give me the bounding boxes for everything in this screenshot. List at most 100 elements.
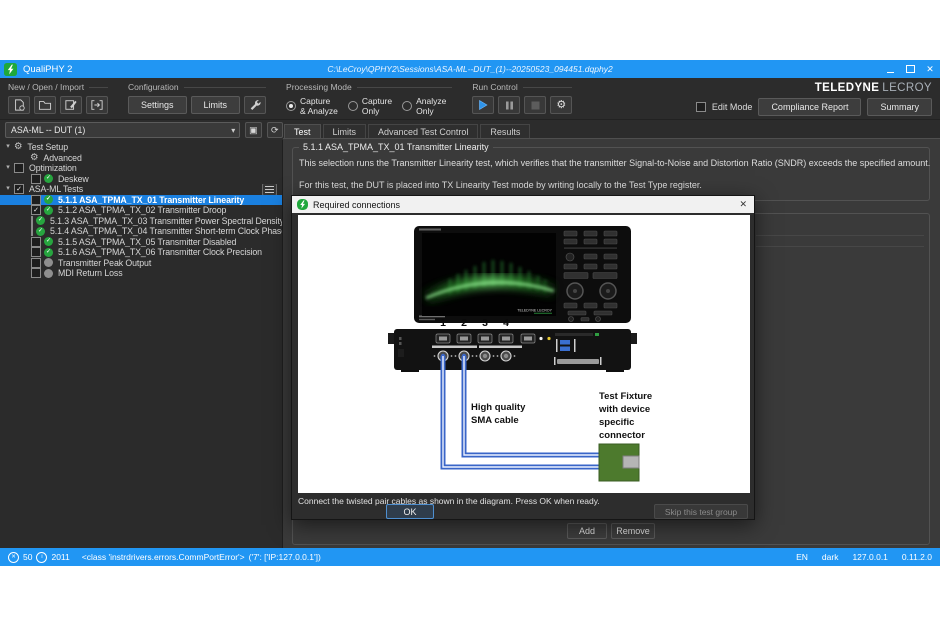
svg-text:3: 3 bbox=[482, 317, 488, 329]
item-checkbox[interactable] bbox=[31, 216, 33, 226]
open-session-button[interactable] bbox=[34, 96, 56, 114]
status-language[interactable]: EN bbox=[796, 552, 808, 562]
tree-item-optimization[interactable]: ▾ Optimization bbox=[0, 163, 282, 174]
tab-test[interactable]: Test bbox=[284, 124, 321, 138]
gear-icon: ⚙ bbox=[14, 142, 22, 152]
status-pass-icon: ✓ bbox=[44, 248, 53, 257]
svg-text:connector: connector bbox=[599, 430, 645, 441]
test-title: 5.1.1 ASA_TPMA_TX_01 Transmitter Lineari… bbox=[299, 142, 493, 152]
item-checkbox[interactable] bbox=[31, 237, 41, 247]
status-bar: ✕ 50 i 2011 <class 'instrdrivers.errors.… bbox=[0, 548, 940, 566]
tab-advanced-test-control[interactable]: Advanced Test Control bbox=[368, 124, 478, 138]
new-session-button[interactable] bbox=[8, 96, 30, 114]
compliance-report-button[interactable]: Compliance Report bbox=[758, 98, 861, 116]
tree-item-tx-peak-output[interactable]: Transmitter Peak Output bbox=[0, 258, 282, 269]
tab-limits[interactable]: Limits bbox=[323, 124, 367, 138]
radio-analyze-only[interactable]: AnalyzeOnly bbox=[402, 96, 446, 116]
group-label: Processing Mode bbox=[286, 82, 452, 92]
minimize-button[interactable] bbox=[880, 60, 900, 78]
status-pending-icon bbox=[44, 269, 53, 278]
dialog-instruction: Connect the twisted pair cables as shown… bbox=[298, 496, 600, 506]
svg-text:1: 1 bbox=[440, 317, 446, 329]
expander-icon[interactable]: ▾ bbox=[4, 184, 12, 194]
dialog-titlebar: Required connections ✕ bbox=[292, 196, 754, 213]
screen-brand-label: TELEDYNE LECROY bbox=[517, 309, 552, 313]
svg-text:with device: with device bbox=[598, 404, 650, 415]
item-checkbox[interactable]: ✓ bbox=[14, 184, 24, 194]
gear-icon: ⚙ bbox=[556, 100, 566, 111]
tools-button[interactable] bbox=[244, 96, 266, 114]
tree-item-tx03-psd[interactable]: ✓ 5.1.3 ASA_TPMA_TX_03 Transmitter Power… bbox=[0, 216, 282, 227]
edit-mode-checkbox[interactable] bbox=[696, 102, 706, 112]
pause-button[interactable] bbox=[498, 96, 520, 114]
item-checkbox[interactable] bbox=[31, 226, 33, 236]
tree-item-advanced[interactable]: ⚙ Advanced bbox=[0, 153, 282, 164]
group-configuration: Configuration Settings Limits bbox=[128, 78, 276, 119]
expander-icon[interactable]: ▾ bbox=[4, 163, 12, 173]
item-checkbox[interactable] bbox=[31, 174, 41, 184]
session-selector-row: ASA-ML -- DUT (1) ▾ ▣ ⟳ bbox=[0, 120, 283, 140]
tree-item-tx01-linearity[interactable]: ✓ 5.1.1 ASA_TPMA_TX_01 Transmitter Linea… bbox=[0, 195, 282, 206]
svg-text:specific: specific bbox=[599, 417, 634, 428]
group-label: Configuration bbox=[128, 82, 266, 92]
status-led-white bbox=[539, 337, 542, 340]
svg-text:SMA cable: SMA cable bbox=[471, 415, 519, 426]
run-button[interactable] bbox=[472, 96, 494, 114]
edit-session-button[interactable] bbox=[60, 96, 82, 114]
expander-icon[interactable]: ▾ bbox=[4, 142, 12, 152]
dut-view-button[interactable]: ▣ bbox=[245, 122, 261, 138]
settings-button[interactable]: Settings bbox=[128, 96, 187, 114]
tree-item-tx02-droop[interactable]: ✓ ✓ 5.1.2 ASA_TPMA_TX_02 Transmitter Dro… bbox=[0, 205, 282, 216]
item-checkbox[interactable]: ✓ bbox=[31, 205, 41, 215]
tree-item-asa-ml-tests[interactable]: ▾ ✓ ASA-ML Tests bbox=[0, 184, 282, 195]
skip-test-group-button[interactable]: Skip this test group bbox=[654, 504, 748, 519]
status-theme[interactable]: dark bbox=[822, 552, 839, 562]
radio-capture-only[interactable]: CaptureOnly bbox=[348, 96, 392, 116]
item-checkbox[interactable] bbox=[31, 258, 41, 268]
tree-item-mdi-return-loss[interactable]: MDI Return Loss bbox=[0, 268, 282, 279]
info-count: 2011 bbox=[51, 552, 69, 562]
refresh-session-button[interactable]: ⟳ bbox=[267, 122, 283, 138]
tab-results[interactable]: Results bbox=[480, 124, 530, 138]
gear-icon: ⚙ bbox=[30, 153, 38, 163]
svg-text:High quality: High quality bbox=[471, 402, 526, 413]
info-count-icon: i bbox=[36, 552, 47, 563]
item-checkbox[interactable] bbox=[31, 268, 41, 278]
item-checkbox[interactable] bbox=[31, 247, 41, 257]
add-button[interactable]: Add bbox=[567, 523, 607, 539]
ok-button[interactable]: OK bbox=[386, 504, 434, 519]
test-group-menu-button[interactable] bbox=[262, 184, 277, 195]
status-pass-icon: ✓ bbox=[44, 195, 53, 204]
edit-file-icon bbox=[64, 99, 78, 111]
tree-item-deskew[interactable]: ✓ Deskew bbox=[0, 174, 282, 185]
remove-button[interactable]: Remove bbox=[611, 523, 655, 539]
session-dropdown[interactable]: ASA-ML -- DUT (1) ▾ bbox=[5, 122, 240, 138]
restore-button[interactable] bbox=[900, 60, 920, 78]
scope-front-panel bbox=[388, 329, 637, 372]
status-message-detail: ('7': ['IP:127.0.0.1']) bbox=[249, 552, 321, 562]
tree-item-test-setup[interactable]: ▾ ⚙ Test Setup bbox=[0, 142, 282, 153]
stop-button[interactable] bbox=[524, 96, 546, 114]
app-title: QualiPHY 2 bbox=[23, 64, 72, 75]
status-version: 0.11.2.0 bbox=[902, 552, 932, 562]
stop-icon bbox=[531, 101, 540, 110]
item-checkbox[interactable] bbox=[14, 163, 24, 173]
tree-item-tx06-clock-precision[interactable]: ✓ 5.1.6 ASA_TPMA_TX_06 Transmitter Clock… bbox=[0, 247, 282, 258]
tree-item-tx04-clock-phase[interactable]: ✓ 5.1.4 ASA_TPMA_TX_04 Transmitter Short… bbox=[0, 226, 282, 237]
list-icon bbox=[265, 186, 274, 193]
error-count: 50 bbox=[23, 552, 32, 562]
radio-capture-analyze[interactable]: Capture& Analyze bbox=[286, 96, 338, 116]
item-checkbox[interactable] bbox=[31, 195, 41, 205]
test-fixture-pcb bbox=[599, 444, 639, 481]
status-pass-icon: ✓ bbox=[44, 237, 53, 246]
summary-button[interactable]: Summary bbox=[867, 98, 932, 116]
import-session-button[interactable] bbox=[86, 96, 108, 114]
dialog-close-icon[interactable]: ✕ bbox=[739, 196, 747, 213]
tree-item-tx05-disabled[interactable]: ✓ 5.1.5 ASA_TPMA_TX_05 Transmitter Disab… bbox=[0, 237, 282, 248]
limits-button[interactable]: Limits bbox=[191, 96, 241, 114]
run-settings-button[interactable]: ⚙ bbox=[550, 96, 572, 114]
pause-icon bbox=[505, 101, 514, 110]
edit-mode-label: Edit Mode bbox=[712, 102, 753, 112]
close-button[interactable]: ✕ bbox=[920, 60, 940, 78]
qualiphy-logo-icon bbox=[4, 63, 17, 76]
